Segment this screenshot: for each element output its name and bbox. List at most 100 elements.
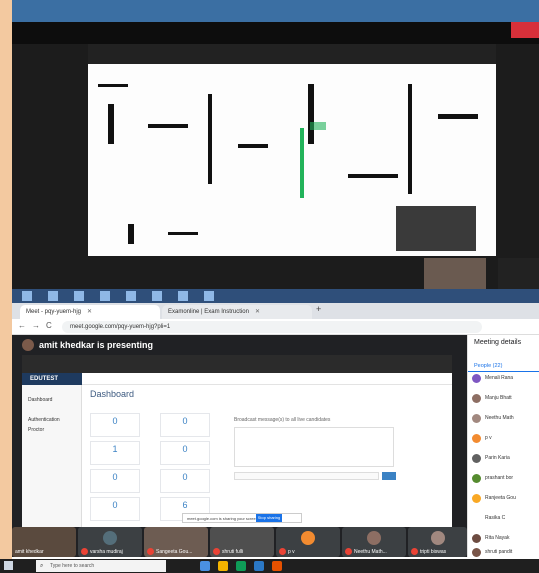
back-button[interactable]: ← xyxy=(18,321,26,330)
list-item[interactable]: Parin Karia xyxy=(472,453,510,463)
stat-value: 0 xyxy=(112,500,118,510)
stat-card: 0 xyxy=(90,413,140,437)
meeting-details-panel: Meeting details People (22) Menali Rana … xyxy=(467,335,539,557)
list-item[interactable]: Manju Bhatt xyxy=(472,393,512,403)
stat-card: 0 xyxy=(160,441,210,465)
browser-window: Meet - pqy-yuem-hjg ✕ Examonline | Exam I… xyxy=(12,303,539,573)
shared-topbar xyxy=(82,373,452,385)
reload-button[interactable]: C xyxy=(46,321,52,330)
person-name: Ranjeeta Gou xyxy=(485,495,516,501)
app-icon[interactable] xyxy=(272,561,282,571)
remote-top-bar xyxy=(12,0,539,22)
edge-icon[interactable] xyxy=(254,561,264,571)
broadcast-textarea[interactable] xyxy=(234,427,394,467)
participant-tile[interactable]: shruti fulli xyxy=(210,527,274,557)
tab-examonline[interactable]: Examonline | Exam Instruction ✕ xyxy=(162,305,312,319)
app-icon[interactable] xyxy=(204,291,214,301)
windows-start-icon[interactable] xyxy=(4,561,13,570)
send-button[interactable] xyxy=(382,472,396,480)
app-icon[interactable] xyxy=(178,291,188,301)
app-icon[interactable] xyxy=(48,291,58,301)
meet-stage: amit khedkar is presenting Dashboard Aut… xyxy=(12,335,467,557)
tab-people[interactable]: People (22) xyxy=(474,363,502,369)
stat-value: 0 xyxy=(182,416,188,426)
list-item[interactable]: Neethu Math xyxy=(472,413,514,423)
close-button[interactable] xyxy=(511,22,539,38)
tab-label: Meet - pqy-yuem-hjg xyxy=(26,309,82,315)
list-item[interactable]: shruti pandit xyxy=(472,547,512,557)
avatar xyxy=(103,531,117,545)
close-icon[interactable]: ✕ xyxy=(255,309,260,315)
broadcast-input[interactable] xyxy=(234,472,379,480)
search-icon: ⌕ xyxy=(40,563,44,569)
participant-name: amit khedkar xyxy=(15,549,44,555)
participant-name: Neethu Math... xyxy=(354,548,387,555)
captured-noise xyxy=(108,104,114,144)
task-view-icon[interactable] xyxy=(200,561,210,571)
new-tab-button[interactable]: + xyxy=(316,304,321,314)
stat-card: 1 xyxy=(90,441,140,465)
screenshot: Meet - pqy-yuem-hjg ✕ Examonline | Exam I… xyxy=(0,0,539,573)
participant-tile[interactable]: amit khedkar xyxy=(12,527,76,557)
person-name: Neethu Math xyxy=(485,415,514,421)
captured-noise xyxy=(408,84,412,194)
stat-card: 0 xyxy=(90,469,140,493)
stat-card: 0 xyxy=(160,469,210,493)
presenter-banner: amit khedkar is presenting xyxy=(22,339,153,351)
app-icon[interactable] xyxy=(152,291,162,301)
participant-name: p v xyxy=(288,548,295,555)
participant-tile[interactable]: Sangeeta Gou... xyxy=(144,527,208,557)
stop-sharing-button[interactable]: Stop sharing xyxy=(256,514,282,522)
stat-value: 0 xyxy=(182,472,188,482)
person-name: Menali Rana xyxy=(485,375,514,381)
list-item[interactable]: Ranjeeta Gou xyxy=(472,493,516,503)
dashboard-title: Dashboard xyxy=(90,389,135,399)
captured-noise xyxy=(438,114,478,119)
list-item[interactable]: Rasika C xyxy=(472,513,505,523)
list-item[interactable]: Menali Rana xyxy=(472,373,513,383)
forward-button[interactable]: → xyxy=(32,321,40,330)
mic-off-icon xyxy=(279,548,286,555)
captured-noise xyxy=(208,94,212,184)
app-icon[interactable] xyxy=(74,291,84,301)
remote-toolbar xyxy=(12,22,539,44)
participant-tile[interactable]: Neethu Math... xyxy=(342,527,406,557)
menu-proctor: Proctor xyxy=(28,427,45,433)
shared-screen: Dashboard Authentication Proctor EDUTEST… xyxy=(22,355,452,527)
close-icon[interactable]: ✕ xyxy=(87,309,92,315)
list-item[interactable]: Rita Nayak xyxy=(472,533,509,543)
stat-card: 0 xyxy=(160,413,210,437)
avatar xyxy=(301,531,315,545)
mic-off-icon xyxy=(345,548,352,555)
captured-header xyxy=(88,44,496,64)
captured-noise xyxy=(308,84,314,144)
person-name: Rasika C xyxy=(485,515,506,521)
participant-tile[interactable]: p v xyxy=(276,527,340,557)
stat-value: 6 xyxy=(182,500,188,510)
tab-meet[interactable]: Meet - pqy-yuem-hjg ✕ xyxy=(20,305,160,319)
person-name: shruti pandit xyxy=(485,549,513,555)
participant-name: Sangeeta Gou... xyxy=(156,548,193,555)
mic-off-icon xyxy=(213,548,220,555)
remote-screen-capture xyxy=(12,0,539,303)
shared-browser-chrome xyxy=(22,355,452,373)
taskbar-search-input[interactable]: ⌕ Type here to search xyxy=(36,560,166,572)
participant-tile[interactable]: tripti biswas xyxy=(408,527,467,557)
list-item[interactable]: prashant bor xyxy=(472,473,513,483)
stat-card: 0 xyxy=(90,497,140,521)
shared-sidebar: Dashboard Authentication Proctor xyxy=(22,373,82,527)
list-item[interactable]: p v xyxy=(472,433,492,443)
app-icon[interactable] xyxy=(100,291,110,301)
app-icon[interactable] xyxy=(126,291,136,301)
app-icon[interactable] xyxy=(22,291,32,301)
url-field[interactable]: meet.google.com/pqy-yuem-hjg?pli=1 xyxy=(62,321,482,333)
stat-value: 0 xyxy=(112,416,118,426)
chrome-icon[interactable] xyxy=(236,561,246,571)
tab-label: Examonline | Exam Instruction xyxy=(168,309,249,315)
participant-tile[interactable]: varsha mudiraj xyxy=(78,527,142,557)
person-name: prashant bor xyxy=(485,475,514,481)
file-explorer-icon[interactable] xyxy=(218,561,228,571)
avatar xyxy=(472,453,481,463)
windows-taskbar: ⌕ Type here to search xyxy=(0,559,539,573)
left-border xyxy=(0,0,12,573)
